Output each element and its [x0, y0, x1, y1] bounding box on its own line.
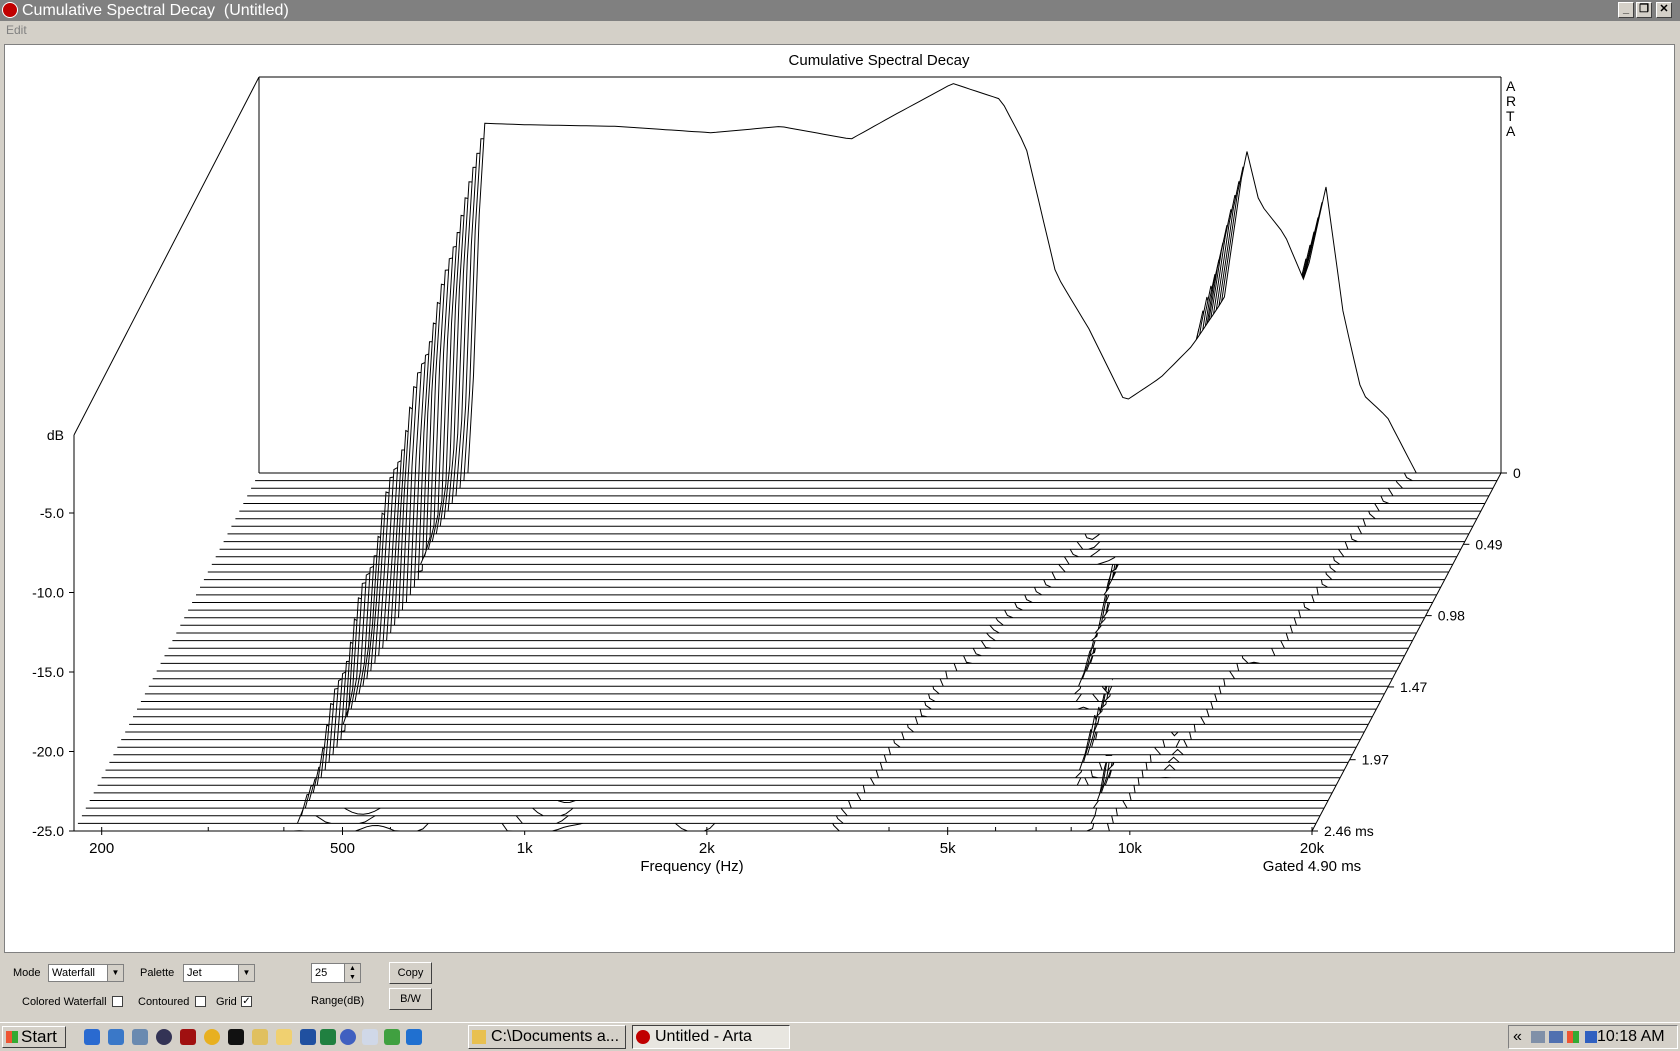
minimize-icon: _ — [1622, 3, 1630, 15]
db-tick-label: -5.0 — [40, 505, 64, 521]
db-tick-label: -15.0 — [32, 664, 64, 680]
close-icon: ✕ — [1659, 3, 1669, 15]
clock: 10:18 AM — [1597, 1028, 1665, 1045]
menu-bar: Edit — [0, 21, 1680, 41]
plot-area: -5.0 -10.0 -15.0 -20.0 -25.0 dB 200 500 1k 2k 5k 10… — [4, 44, 1675, 953]
chart-title: Cumulative Spectral Decay — [789, 52, 970, 69]
time-tick-label: 0.98 — [1438, 608, 1465, 624]
arta-icon — [636, 1030, 650, 1044]
start-label: Start — [21, 1027, 57, 1046]
db-axis-title: dB — [47, 427, 64, 443]
chrome-icon[interactable] — [204, 1029, 220, 1045]
task-documents[interactable]: C:\Documents a... — [468, 1025, 626, 1049]
db-tick-label: -25.0 — [32, 823, 64, 839]
system-tray: « 10:18 AM — [1508, 1025, 1678, 1049]
printer-tray-icon[interactable] — [1531, 1031, 1545, 1043]
network-icon[interactable] — [132, 1029, 148, 1045]
time-tick-label: 1.47 — [1400, 679, 1427, 695]
grid-label: Grid — [216, 996, 237, 1008]
folder-icon — [472, 1030, 486, 1044]
frequency-tick-label: 5k — [940, 840, 956, 857]
green-app-icon[interactable] — [384, 1029, 400, 1045]
frequency-tick-label: 500 — [330, 840, 355, 857]
palette-value: Jet — [187, 967, 202, 979]
frequency-tick-label: 2k — [699, 840, 715, 857]
range-value: 25 — [315, 967, 328, 979]
media-player-icon[interactable] — [156, 1029, 172, 1045]
close-button[interactable]: ✕ — [1656, 2, 1672, 18]
restore-button[interactable]: ❐ — [1636, 2, 1652, 18]
colored-waterfall-label: Colored Waterfall — [22, 996, 107, 1008]
word-icon[interactable] — [300, 1029, 316, 1045]
range-label: Range(dB) — [311, 995, 365, 1007]
tray-chevron-icon[interactable]: « — [1513, 1026, 1522, 1048]
arta-brand-letter: A — [1506, 123, 1516, 139]
time-tick-label: 0 — [1513, 465, 1521, 481]
outlook-icon[interactable] — [108, 1029, 124, 1045]
spin-up-icon[interactable]: ▲ — [344, 964, 360, 973]
frequency-axis-title: Frequency (Hz) — [640, 858, 743, 875]
frequency-tick-label: 1k — [517, 840, 533, 857]
mode-value: Waterfall — [52, 967, 95, 979]
console-icon[interactable] — [228, 1029, 244, 1045]
task-documents-label: C:\Documents a... — [491, 1028, 620, 1045]
spin-down-icon[interactable]: ▼ — [344, 973, 360, 982]
time-tick-label: 2.46 ms — [1324, 823, 1374, 839]
time-tick-label: 0.49 — [1475, 536, 1502, 552]
task-arta[interactable]: Untitled - Arta — [632, 1025, 790, 1049]
notepad-icon[interactable] — [362, 1029, 378, 1045]
folder-quick-icon[interactable] — [276, 1029, 292, 1045]
arta-launch-icon[interactable] — [180, 1029, 196, 1045]
gated-label: Gated 4.90 ms — [1263, 858, 1361, 875]
minimize-button[interactable]: _ — [1618, 2, 1634, 18]
palette-select[interactable]: Jet ▼ — [183, 964, 255, 982]
db-tick-label: -20.0 — [32, 744, 64, 760]
decay-slices — [74, 83, 1501, 832]
taskbar: Start C:\Documents a... Untitled - Arta … — [0, 1022, 1680, 1051]
help-icon[interactable] — [340, 1029, 356, 1045]
side-top-edge — [73, 76, 260, 436]
frequency-tick-label: 10k — [1118, 840, 1143, 857]
dropdown-arrow-icon: ▼ — [107, 965, 123, 981]
task-arta-label: Untitled - Arta — [655, 1028, 752, 1045]
dropdown-arrow-icon: ▼ — [238, 965, 254, 981]
windows-tray-icon[interactable] — [1567, 1031, 1579, 1043]
ie-icon[interactable] — [84, 1029, 100, 1045]
bw-button[interactable]: B/W — [389, 988, 432, 1010]
excel-icon[interactable] — [320, 1029, 336, 1045]
frequency-tick-label: 20k — [1300, 840, 1325, 857]
arta-app-icon[interactable] — [2, 2, 18, 18]
copy-button[interactable]: Copy — [389, 962, 432, 984]
colored-waterfall-checkbox[interactable] — [112, 996, 123, 1007]
restore-icon: ❐ — [1639, 3, 1649, 15]
window-title: Cumulative Spectral Decay (Untitled) — [22, 2, 289, 19]
network-tray-icon[interactable] — [1549, 1031, 1563, 1043]
contoured-label: Contoured — [138, 996, 190, 1008]
arta-brand-letter: R — [1506, 93, 1516, 109]
mode-label: Mode — [13, 967, 41, 979]
title-bar: Cumulative Spectral Decay (Untitled) _ ❐… — [0, 0, 1680, 21]
frequency-tick-label: 200 — [89, 840, 114, 857]
mode-select[interactable]: Waterfall ▼ — [48, 964, 124, 982]
arta-brand-letter: A — [1506, 78, 1516, 94]
explorer-icon[interactable] — [252, 1029, 268, 1045]
palette-label: Palette — [140, 967, 175, 979]
arta-brand-letter: T — [1506, 108, 1515, 124]
waterfall-chart: -5.0 -10.0 -15.0 -20.0 -25.0 dB 200 500 1k 2k 5k 10… — [32, 52, 1521, 875]
range-spinner[interactable]: 25 ▲ ▼ — [311, 963, 361, 983]
grid-checkbox[interactable]: ✓ — [241, 996, 252, 1007]
start-button[interactable]: Start — [2, 1026, 66, 1048]
contoured-checkbox[interactable] — [195, 996, 206, 1007]
blue-app-icon[interactable] — [406, 1029, 422, 1045]
app-tray-icon[interactable] — [1585, 1031, 1597, 1043]
db-tick-label: -10.0 — [32, 585, 64, 601]
time-tick-label: 1.97 — [1362, 752, 1389, 768]
windows-logo-icon — [6, 1031, 18, 1043]
control-panel: Mode Waterfall ▼ Palette Jet ▼ 25 ▲ ▼ Ra… — [0, 955, 1680, 1022]
menu-edit[interactable]: Edit — [6, 23, 27, 37]
